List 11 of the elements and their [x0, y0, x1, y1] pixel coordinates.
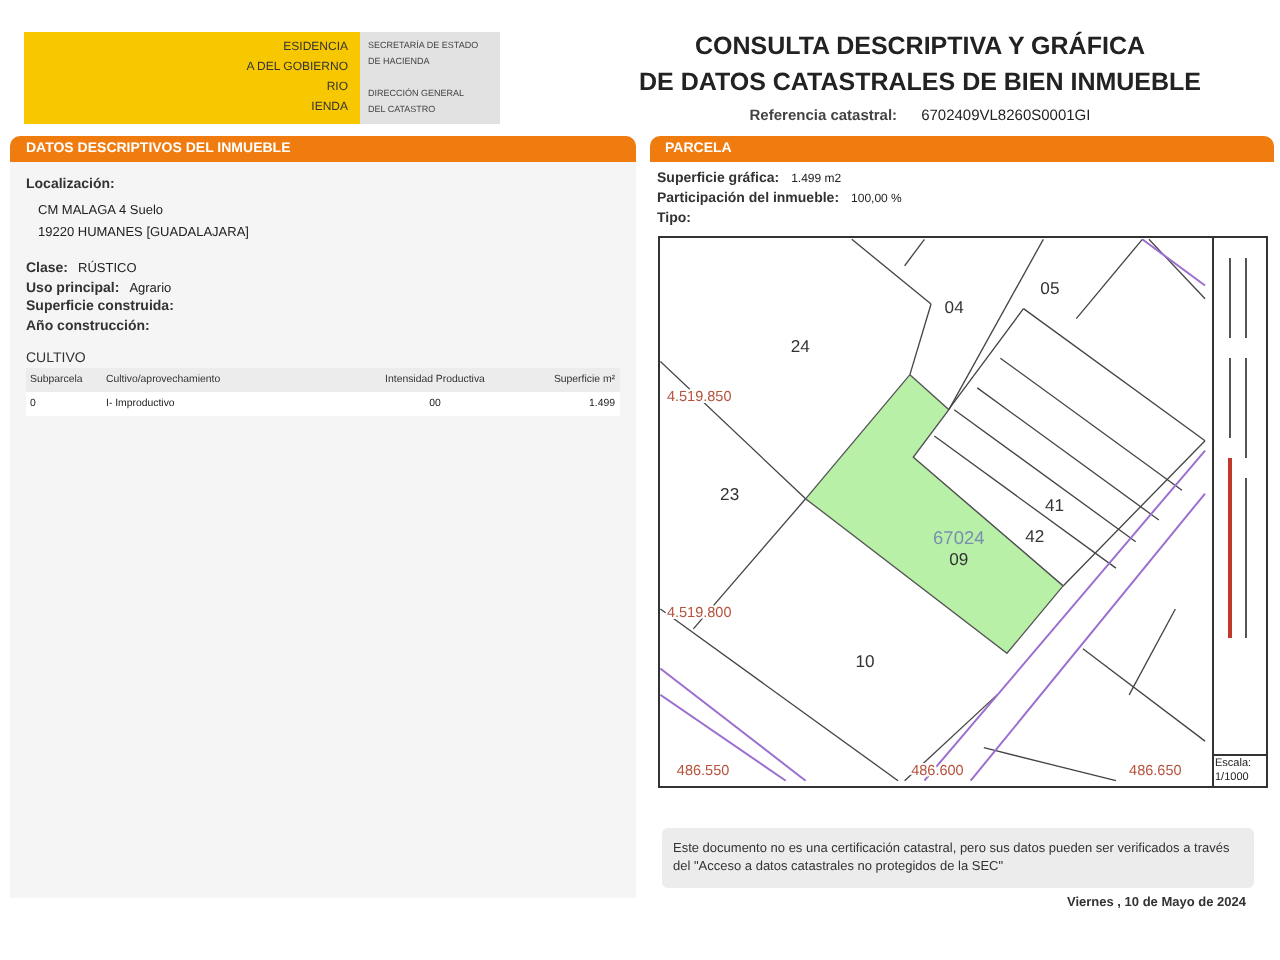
parcel-number: 04: [943, 297, 963, 318]
parcel-number: 10: [854, 651, 874, 672]
parcel-number: 24: [789, 335, 809, 356]
parcel-number: 09: [948, 548, 968, 569]
document-title: DE DATOS CATASTRALES DE BIEN INMUEBLE: [638, 66, 1202, 100]
parcel-number: 23: [719, 484, 739, 505]
parcel-number: 42: [1024, 525, 1044, 546]
parcel-number: 41: [1043, 495, 1064, 516]
document-title: CONSULTA DESCRIPTIVA Y GRÁFICA: [694, 29, 1145, 64]
parcel-id: 67024: [932, 528, 984, 549]
parcel-number: 05: [1039, 278, 1059, 299]
